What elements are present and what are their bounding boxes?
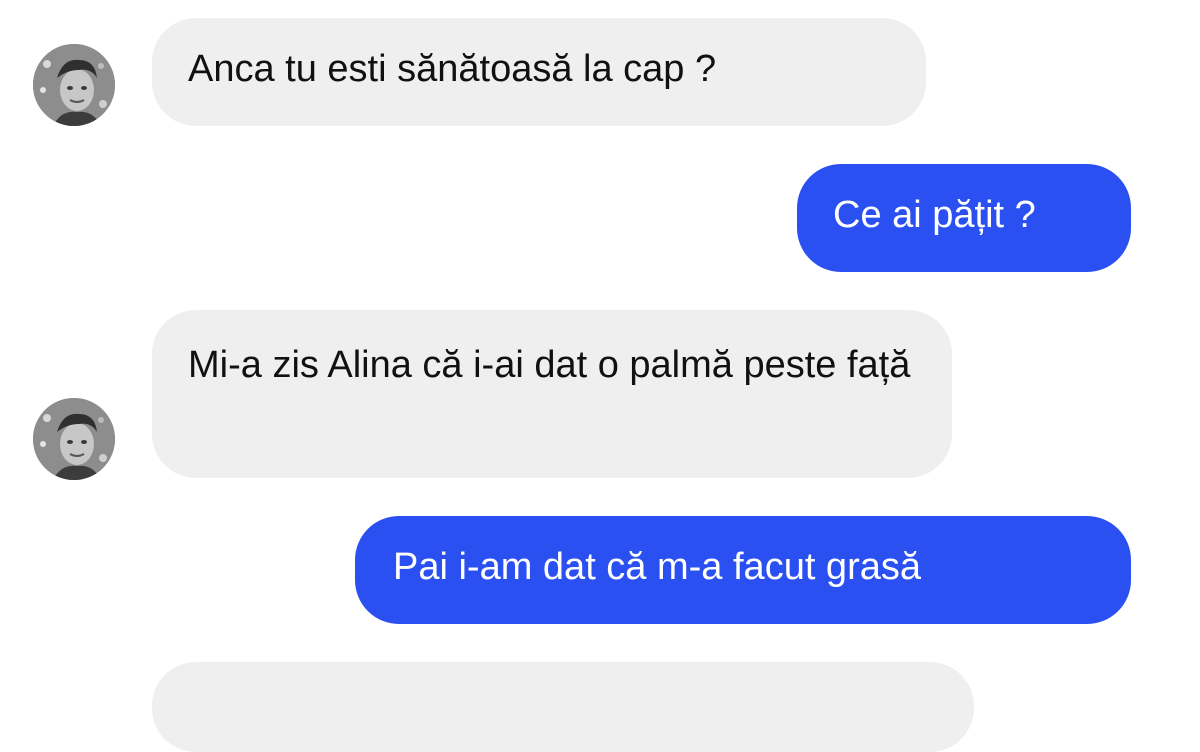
avatar-photo-icon <box>33 398 115 480</box>
contact-avatar[interactable] <box>33 398 115 480</box>
message-text: Pai i-am dat că m-a facut grasă <box>393 546 921 588</box>
chat-thread: Anca tu esti sănătoasă la cap ? Ce ai pă… <box>0 0 1200 752</box>
message-bubble-outgoing[interactable]: Ce ai pățit ? <box>797 164 1131 272</box>
message-text: Ce ai pățit ? <box>833 194 1036 236</box>
message-text: Anca tu esti sănătoasă la cap ? <box>188 48 717 90</box>
contact-avatar[interactable] <box>33 44 115 126</box>
message-text: Mi-a zis Alina că i-ai dat o palmă peste… <box>188 344 911 386</box>
message-bubble-incoming[interactable]: Mi-a zis Alina că i-ai dat o palmă peste… <box>152 310 952 478</box>
message-bubble-outgoing[interactable]: Pai i-am dat că m-a facut grasă <box>355 516 1131 624</box>
message-bubble-incoming[interactable]: Anca tu esti sănătoasă la cap ? <box>152 18 926 126</box>
message-bubble-incoming[interactable] <box>152 662 974 752</box>
avatar-photo-icon <box>33 44 115 126</box>
